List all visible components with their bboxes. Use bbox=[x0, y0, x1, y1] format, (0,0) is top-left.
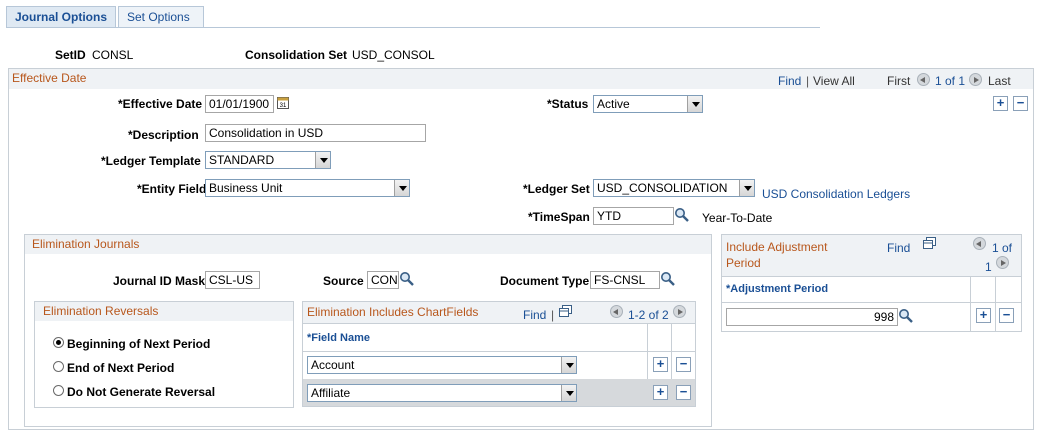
description-input[interactable]: Consolidation in USD bbox=[205, 124, 426, 142]
radio-end-next-period[interactable] bbox=[53, 361, 64, 372]
nav-separator: | bbox=[806, 74, 810, 88]
lookup-icon[interactable] bbox=[674, 207, 690, 223]
field-name-column-header: *Field Name bbox=[307, 332, 370, 344]
chartfields-grid-divider bbox=[303, 323, 695, 324]
add-row-button[interactable]: + bbox=[653, 357, 668, 372]
description-label: *Description bbox=[128, 128, 199, 142]
adjustment-find-link[interactable]: Find bbox=[887, 241, 910, 255]
usd-consolidation-ledgers-link[interactable]: USD Consolidation Ledgers bbox=[762, 187, 910, 201]
find-link[interactable]: Find bbox=[778, 74, 801, 88]
document-type-input[interactable]: FS-CNSL bbox=[590, 271, 660, 289]
tab-journal-options[interactable]: Journal Options bbox=[6, 6, 116, 28]
effective-date-input[interactable]: 01/01/1900 bbox=[205, 95, 274, 113]
calendar-icon[interactable]: 31 bbox=[277, 96, 289, 109]
row-range: 1 of 1 bbox=[935, 74, 966, 88]
radio-label-do-not-generate-reversal: Do Not Generate Reversal bbox=[67, 385, 216, 399]
ledger-template-value: STANDARD bbox=[209, 153, 275, 167]
first-label: First bbox=[887, 74, 911, 88]
entity-field-value: Business Unit bbox=[209, 181, 283, 195]
radio-label-end-next-period: End of Next Period bbox=[67, 361, 175, 375]
setid-label: SetID bbox=[55, 48, 86, 62]
entity-field-label: *Entity Field bbox=[137, 182, 207, 196]
add-row-button[interactable]: + bbox=[993, 96, 1008, 111]
next-row-icon[interactable] bbox=[673, 305, 686, 318]
effective-date-label: *Effective Date bbox=[118, 97, 203, 111]
entity-field-select[interactable]: Business Unit bbox=[205, 179, 410, 197]
elimination-reversals-title: Elimination Reversals bbox=[43, 304, 159, 318]
adjustment-col-divider bbox=[970, 276, 971, 331]
chevron-down-icon bbox=[561, 385, 576, 401]
journal-id-mask-label: Journal ID Mask bbox=[113, 274, 206, 288]
chevron-down-icon bbox=[315, 152, 330, 168]
radio-label-beginning-next-period: Beginning of Next Period bbox=[67, 337, 211, 351]
adjustment-period-input[interactable]: 998 bbox=[726, 308, 898, 326]
adjustment-period-title-line1: Include Adjustment bbox=[726, 240, 828, 254]
chartfields-grid-title: Elimination Includes ChartFields bbox=[307, 305, 479, 319]
tab-set-options[interactable]: Set Options bbox=[118, 6, 204, 28]
chartfields-find-link[interactable]: Find bbox=[523, 308, 546, 322]
effective-date-header-band bbox=[9, 69, 1033, 89]
view-all-link: View All bbox=[813, 74, 855, 88]
lookup-icon[interactable] bbox=[399, 271, 415, 287]
field-name-value: Affiliate bbox=[311, 386, 351, 400]
ledger-set-value: USD_CONSOLIDATION bbox=[597, 181, 728, 195]
add-row-button[interactable]: + bbox=[653, 385, 668, 400]
chevron-down-icon bbox=[687, 96, 702, 112]
svg-text:31: 31 bbox=[280, 103, 287, 109]
effective-date-title: Effective Date bbox=[12, 71, 87, 85]
add-row-button[interactable]: + bbox=[976, 308, 991, 323]
adjustment-period-title-line2: Period bbox=[726, 256, 761, 270]
delete-row-button[interactable]: − bbox=[999, 308, 1014, 323]
chartfields-range: 1-2 of 2 bbox=[628, 308, 669, 322]
journal-id-mask-input[interactable]: CSL-US bbox=[205, 271, 260, 289]
prev-row-icon[interactable] bbox=[973, 237, 986, 250]
lookup-icon[interactable] bbox=[660, 271, 676, 287]
timespan-label: *TimeSpan bbox=[528, 210, 590, 224]
chartfields-find-separator: | bbox=[551, 308, 555, 322]
field-name-value: Account bbox=[311, 358, 355, 372]
prev-row-icon[interactable] bbox=[917, 73, 930, 86]
last-label: Last bbox=[988, 74, 1011, 88]
popup-grid-icon[interactable] bbox=[923, 237, 936, 249]
elimination-journals-title: Elimination Journals bbox=[32, 237, 140, 251]
setid-value: CONSL bbox=[92, 48, 134, 62]
consolidation-set-value: USD_CONSOL bbox=[352, 48, 435, 62]
radio-beginning-next-period[interactable] bbox=[53, 337, 64, 348]
prev-row-icon[interactable] bbox=[610, 305, 623, 318]
timespan-input[interactable]: YTD bbox=[593, 207, 674, 225]
timespan-description: Year-To-Date bbox=[702, 211, 773, 225]
status-value: Active bbox=[597, 97, 630, 111]
ledger-set-label: *Ledger Set bbox=[523, 182, 590, 196]
adjustment-period-column-header: *Adjustment Period bbox=[726, 283, 829, 295]
delete-row-button[interactable]: − bbox=[676, 357, 691, 372]
document-type-label: Document Type bbox=[500, 274, 590, 288]
adjustment-header-divider bbox=[722, 302, 1021, 303]
status-label: *Status bbox=[547, 97, 589, 111]
adjustment-grid-divider bbox=[722, 276, 1021, 277]
popup-grid-icon[interactable] bbox=[559, 305, 572, 317]
delete-row-button[interactable]: − bbox=[1013, 96, 1028, 111]
status-select[interactable]: Active bbox=[593, 95, 703, 113]
consolidation-set-label: Consolidation Set bbox=[245, 48, 347, 62]
chevron-down-icon bbox=[394, 180, 409, 196]
chevron-down-icon bbox=[739, 180, 754, 196]
ledger-template-select[interactable]: STANDARD bbox=[205, 151, 331, 169]
radio-do-not-generate-reversal[interactable] bbox=[53, 385, 64, 396]
adjustment-range-a: 1 of bbox=[992, 241, 1013, 255]
adjustment-col-divider bbox=[995, 276, 996, 331]
ledger-set-select[interactable]: USD_CONSOLIDATION bbox=[593, 179, 755, 197]
field-name-select[interactable]: Affiliate bbox=[307, 384, 577, 402]
chevron-down-icon bbox=[561, 357, 576, 373]
tab-baseline bbox=[6, 27, 820, 28]
chartfields-header-divider bbox=[303, 351, 695, 352]
field-name-select[interactable]: Account bbox=[307, 356, 577, 374]
adjustment-range-b: 1 bbox=[985, 260, 992, 274]
next-row-icon[interactable] bbox=[969, 73, 982, 86]
ledger-template-label: *Ledger Template bbox=[101, 154, 201, 168]
source-label: Source bbox=[323, 274, 364, 288]
delete-row-button[interactable]: − bbox=[676, 385, 691, 400]
lookup-icon[interactable] bbox=[898, 308, 914, 324]
source-input[interactable]: CON bbox=[367, 271, 399, 289]
next-row-icon[interactable] bbox=[996, 256, 1009, 269]
